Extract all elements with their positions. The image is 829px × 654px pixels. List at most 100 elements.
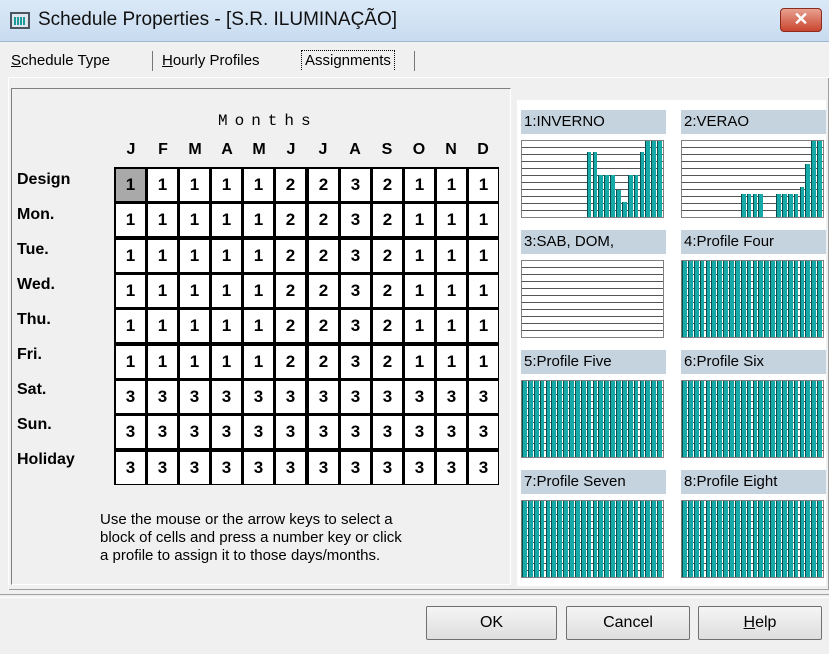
grid-cell[interactable]: 3 xyxy=(469,381,498,413)
grid-cell[interactable]: 1 xyxy=(116,310,145,342)
grid-cell[interactable]: 3 xyxy=(341,204,370,236)
grid-cell[interactable]: 1 xyxy=(116,169,145,201)
grid-cell[interactable]: 3 xyxy=(244,381,273,413)
grid-cell[interactable]: 3 xyxy=(373,452,402,484)
tab-schedule-type[interactable]: Schedule Type xyxy=(11,52,110,69)
grid-cell[interactable]: 2 xyxy=(276,310,305,342)
tab-hourly-profiles[interactable]: Hourly Profiles xyxy=(162,52,260,69)
grid-cell[interactable]: 1 xyxy=(180,346,209,378)
grid-cell[interactable]: 1 xyxy=(469,240,498,272)
grid-cell[interactable]: 3 xyxy=(373,416,402,448)
grid-cell[interactable]: 1 xyxy=(469,169,498,201)
grid-cell[interactable]: 3 xyxy=(469,416,498,448)
grid-cell[interactable]: 1 xyxy=(180,275,209,307)
grid-cell[interactable]: 3 xyxy=(373,381,402,413)
grid-cell[interactable]: 3 xyxy=(276,452,305,484)
grid-cell[interactable]: 1 xyxy=(180,240,209,272)
cancel-button[interactable]: Cancel xyxy=(566,606,690,640)
grid-cell[interactable]: 3 xyxy=(212,381,241,413)
grid-cell[interactable]: 1 xyxy=(437,275,466,307)
grid-cell[interactable]: 3 xyxy=(341,381,370,413)
grid-cell[interactable]: 3 xyxy=(309,381,338,413)
grid-cell[interactable]: 1 xyxy=(116,204,145,236)
grid-cell[interactable]: 1 xyxy=(405,240,434,272)
grid-cell[interactable]: 2 xyxy=(373,275,402,307)
grid-cell[interactable]: 3 xyxy=(116,452,145,484)
profile-3[interactable]: 3:SAB, DOM, xyxy=(521,230,666,340)
grid-cell[interactable]: 3 xyxy=(116,416,145,448)
grid-cell[interactable]: 3 xyxy=(180,416,209,448)
grid-cell[interactable]: 3 xyxy=(341,310,370,342)
grid-cell[interactable]: 3 xyxy=(276,381,305,413)
grid-cell[interactable]: 1 xyxy=(405,204,434,236)
profile-1[interactable]: 1:INVERNO xyxy=(521,110,666,220)
grid-cell[interactable]: 2 xyxy=(309,169,338,201)
grid-cell[interactable]: 2 xyxy=(276,275,305,307)
grid-cell[interactable]: 3 xyxy=(276,416,305,448)
grid-cell[interactable]: 3 xyxy=(469,452,498,484)
grid-cell[interactable]: 1 xyxy=(437,346,466,378)
grid-cell[interactable]: 1 xyxy=(405,346,434,378)
grid-cell[interactable]: 1 xyxy=(437,310,466,342)
grid-cell[interactable]: 1 xyxy=(212,275,241,307)
assignment-grid[interactable]: 1111122321111111122321111111122321111111… xyxy=(114,167,499,485)
grid-cell[interactable]: 2 xyxy=(373,204,402,236)
grid-cell[interactable]: 2 xyxy=(309,204,338,236)
grid-cell[interactable]: 3 xyxy=(309,416,338,448)
grid-cell[interactable]: 2 xyxy=(276,204,305,236)
grid-cell[interactable]: 1 xyxy=(437,204,466,236)
grid-cell[interactable]: 2 xyxy=(276,346,305,378)
profile-8[interactable]: 8:Profile Eight xyxy=(681,470,826,580)
close-button[interactable]: ✕ xyxy=(780,8,822,32)
profile-6[interactable]: 6:Profile Six xyxy=(681,350,826,460)
grid-cell[interactable]: 2 xyxy=(276,240,305,272)
grid-cell[interactable]: 1 xyxy=(180,310,209,342)
grid-cell[interactable]: 3 xyxy=(212,416,241,448)
grid-cell[interactable]: 1 xyxy=(469,310,498,342)
ok-button[interactable]: OK xyxy=(426,606,557,640)
grid-cell[interactable]: 3 xyxy=(148,416,177,448)
profile-chart[interactable] xyxy=(681,500,824,578)
profile-chart[interactable] xyxy=(521,260,664,338)
grid-cell[interactable]: 3 xyxy=(341,452,370,484)
grid-cell[interactable]: 1 xyxy=(116,346,145,378)
grid-cell[interactable]: 3 xyxy=(309,452,338,484)
grid-cell[interactable]: 1 xyxy=(148,240,177,272)
grid-cell[interactable]: 3 xyxy=(116,381,145,413)
grid-cell[interactable]: 1 xyxy=(148,204,177,236)
grid-cell[interactable]: 3 xyxy=(180,452,209,484)
grid-cell[interactable]: 1 xyxy=(437,240,466,272)
grid-cell[interactable]: 2 xyxy=(373,346,402,378)
grid-cell[interactable]: 1 xyxy=(244,240,273,272)
grid-cell[interactable]: 1 xyxy=(405,169,434,201)
grid-cell[interactable]: 3 xyxy=(437,381,466,413)
grid-cell[interactable]: 1 xyxy=(469,275,498,307)
grid-cell[interactable]: 2 xyxy=(309,275,338,307)
grid-cell[interactable]: 1 xyxy=(116,240,145,272)
grid-cell[interactable]: 1 xyxy=(244,346,273,378)
profile-4[interactable]: 4:Profile Four xyxy=(681,230,826,340)
grid-cell[interactable]: 3 xyxy=(244,416,273,448)
profile-chart[interactable] xyxy=(521,380,664,458)
grid-cell[interactable]: 1 xyxy=(148,346,177,378)
grid-cell[interactable]: 1 xyxy=(469,204,498,236)
help-button[interactable]: Help xyxy=(698,606,822,640)
grid-cell[interactable]: 1 xyxy=(244,169,273,201)
grid-cell[interactable]: 2 xyxy=(276,169,305,201)
grid-cell[interactable]: 1 xyxy=(212,204,241,236)
grid-cell[interactable]: 1 xyxy=(437,169,466,201)
grid-cell[interactable]: 1 xyxy=(212,310,241,342)
grid-cell[interactable]: 1 xyxy=(180,204,209,236)
profile-chart[interactable] xyxy=(681,380,824,458)
grid-cell[interactable]: 1 xyxy=(244,275,273,307)
tab-assignments[interactable]: Assignments xyxy=(301,50,395,70)
grid-cell[interactable]: 1 xyxy=(148,169,177,201)
grid-cell[interactable]: 3 xyxy=(405,381,434,413)
profile-chart[interactable] xyxy=(681,140,824,218)
profile-7[interactable]: 7:Profile Seven xyxy=(521,470,666,580)
grid-cell[interactable]: 3 xyxy=(405,416,434,448)
grid-cell[interactable]: 3 xyxy=(437,452,466,484)
grid-cell[interactable]: 1 xyxy=(148,275,177,307)
grid-cell[interactable]: 3 xyxy=(180,381,209,413)
grid-cell[interactable]: 3 xyxy=(341,240,370,272)
